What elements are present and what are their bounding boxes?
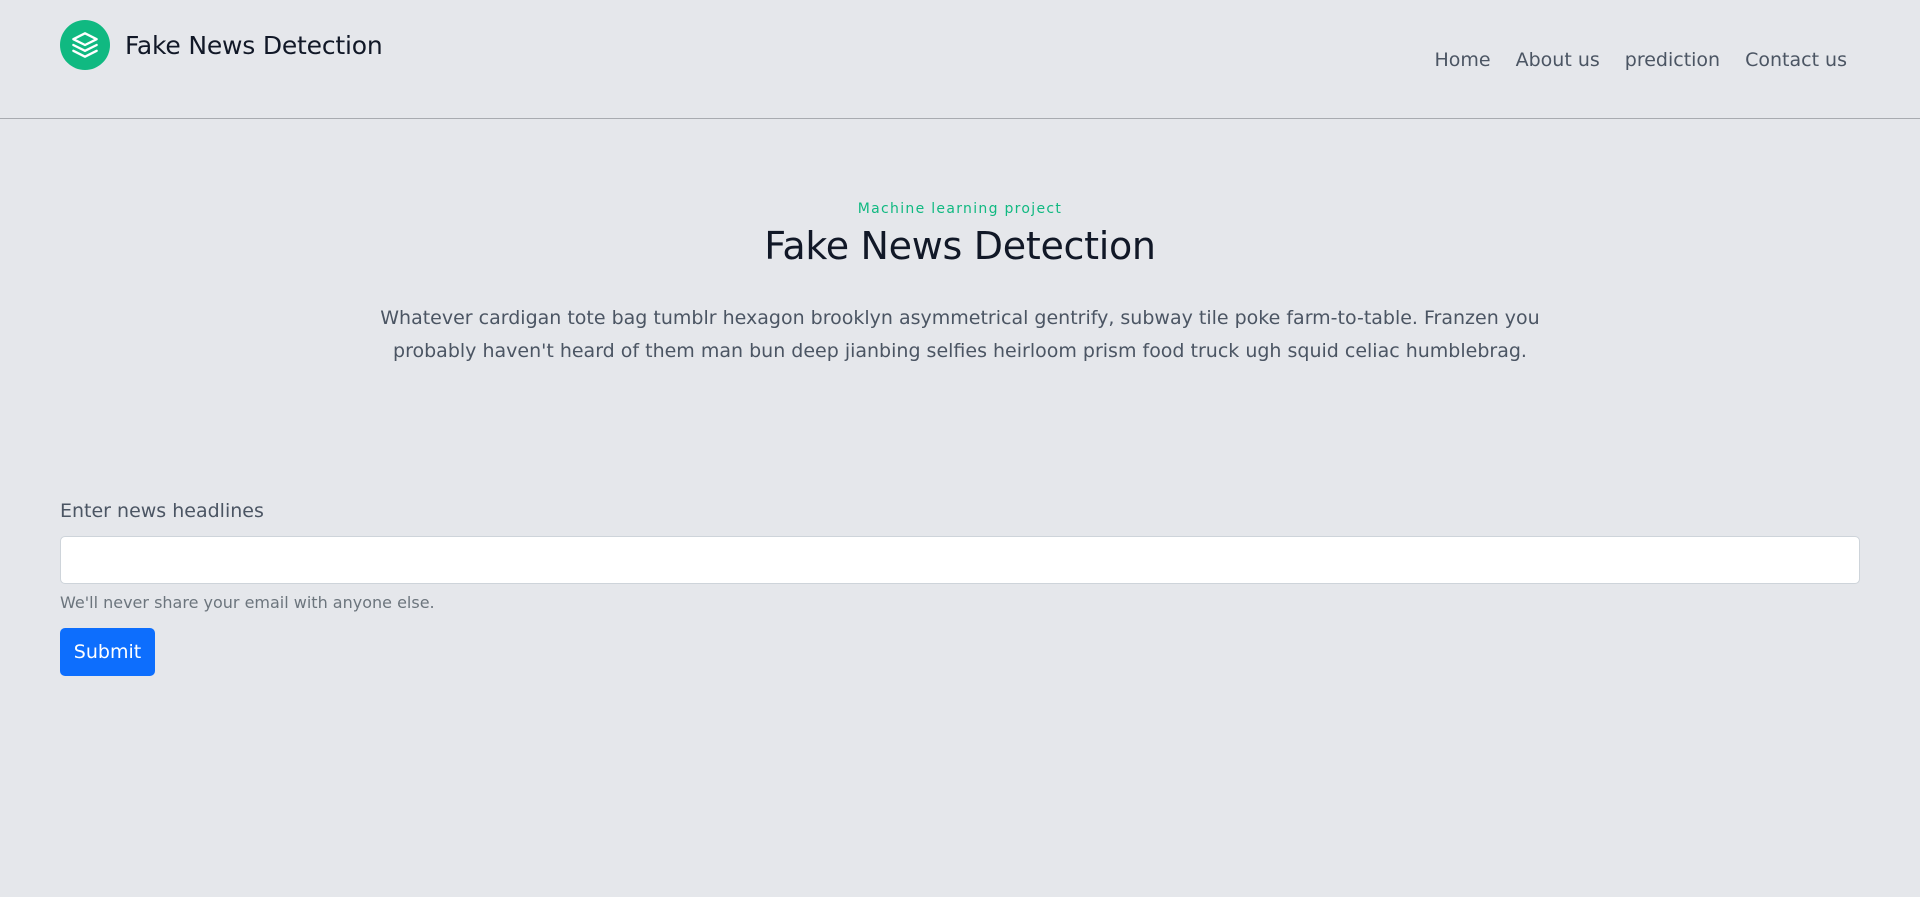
- submit-button[interactable]: Submit: [60, 628, 155, 676]
- brand-title: Fake News Detection: [125, 30, 383, 60]
- headline-help-text: We'll never share your email with anyone…: [60, 593, 435, 612]
- hero-eyebrow: Machine learning project: [857, 201, 1063, 217]
- page-title: Fake News Detection: [764, 224, 1156, 268]
- nav-link-contact-us[interactable]: Contact us: [1745, 49, 1847, 71]
- site-header: Fake News Detection Home About us predic…: [0, 0, 1920, 119]
- nav-link-home[interactable]: Home: [1435, 49, 1491, 71]
- brand-link[interactable]: Fake News Detection: [60, 20, 383, 70]
- main-nav: Home About us prediction Contact us: [1410, 49, 1848, 71]
- prediction-form: Enter news headlines We'll never share y…: [60, 500, 1860, 676]
- nav-link-prediction[interactable]: prediction: [1625, 49, 1720, 71]
- headline-input[interactable]: [60, 536, 1860, 584]
- headline-label: Enter news headlines: [60, 500, 264, 522]
- hero-description: Whatever cardigan tote bag tumblr hexago…: [380, 307, 1540, 362]
- layers-icon: [60, 20, 110, 70]
- nav-link-about-us[interactable]: About us: [1516, 49, 1600, 71]
